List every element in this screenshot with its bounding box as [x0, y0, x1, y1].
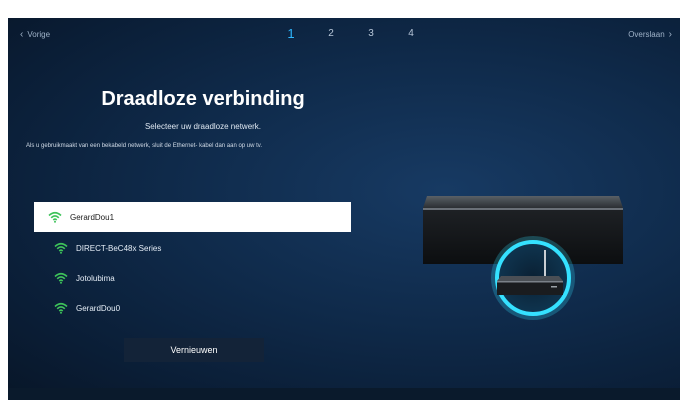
network-name: Jotolubima: [76, 273, 115, 283]
network-name: GerardDou1: [70, 212, 115, 222]
page-title: Draadloze verbinding: [101, 88, 305, 110]
wifi-icon: [54, 272, 68, 284]
step-3: 3: [368, 28, 374, 39]
wifi-icon: [48, 211, 62, 223]
network-name: DIRECT-BeC48x Series: [76, 243, 162, 253]
page-subtitle: Selecteer uw draadloze netwerk.: [144, 122, 262, 131]
wifi-icon: [54, 302, 68, 314]
back-button[interactable]: ‹ Vorige: [20, 28, 51, 40]
bottom-bar: [8, 388, 680, 400]
setup-screen: ‹ Vorige 1 2 3 4 Overslaan › Draadloze v…: [8, 18, 680, 400]
skip-button[interactable]: Overslaan ›: [628, 28, 672, 40]
step-indicator: 1 2 3 4: [285, 26, 417, 41]
back-label: Vorige: [27, 30, 51, 39]
step-4: 4: [408, 28, 414, 39]
skip-label: Overslaan: [628, 30, 665, 39]
refresh-button[interactable]: Vernieuwen: [124, 338, 264, 362]
network-list: GerardDou1 DIRECT-BeC48x Series Jotolubi…: [34, 202, 354, 324]
chevron-left-icon: ‹: [20, 28, 24, 40]
network-item-gerarddou1[interactable]: GerardDou1: [34, 202, 351, 232]
network-item-direct-bec48x[interactable]: DIRECT-BeC48x Series: [34, 234, 354, 262]
step-2: 2: [328, 28, 334, 39]
step-1: 1: [287, 26, 295, 41]
network-name: GerardDou0: [76, 303, 121, 313]
wifi-icon: [54, 242, 68, 254]
ethernet-note: Als u gebruikmaakt van een bekabeld netw…: [26, 143, 263, 149]
chevron-right-icon: ›: [668, 28, 672, 40]
network-item-jotolubima[interactable]: Jotolubima: [34, 264, 354, 292]
top-navigation: ‹ Vorige 1 2 3 4 Overslaan ›: [8, 18, 680, 54]
network-item-gerarddou0[interactable]: GerardDou0: [34, 294, 354, 322]
router-illustration: [423, 196, 623, 320]
